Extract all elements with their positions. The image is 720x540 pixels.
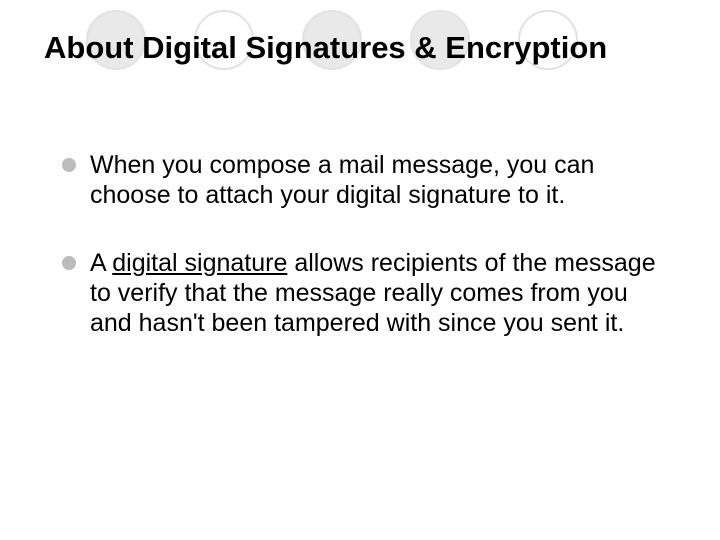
slide-title: About Digital Signatures & Encryption	[44, 30, 676, 66]
slide-body: When you compose a mail message, you can…	[62, 150, 668, 376]
bullet-item: A digital signature allows recipients of…	[62, 248, 668, 338]
bullet-text: When you compose a mail message, you can…	[90, 151, 594, 209]
bullet-dot-icon	[62, 158, 76, 172]
bullet-dot-icon	[62, 256, 76, 270]
bullet-item: When you compose a mail message, you can…	[62, 150, 668, 210]
bullet-text-underlined: digital signature	[112, 249, 287, 277]
bullet-text-pre: A	[90, 249, 112, 277]
